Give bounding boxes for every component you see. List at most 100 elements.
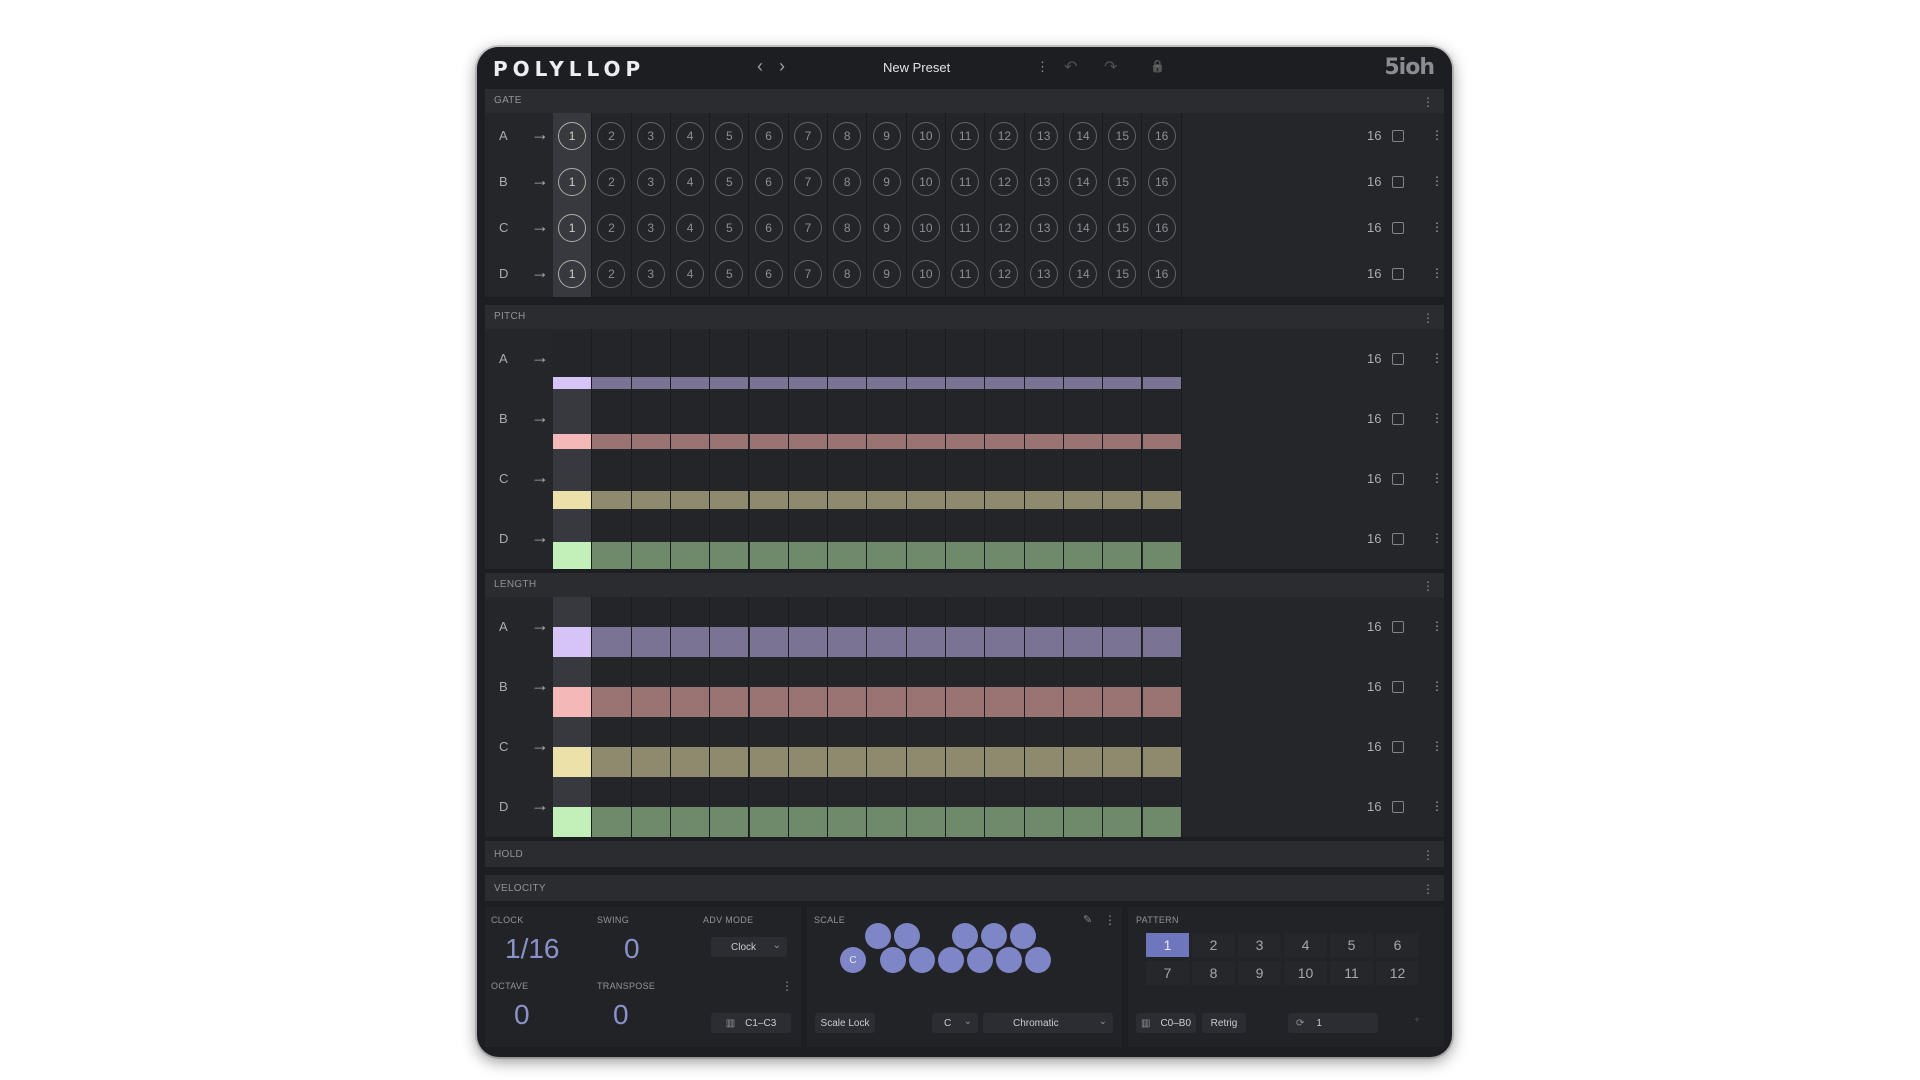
pitch-step-cell[interactable]: [1103, 509, 1143, 569]
pitch-randomize-icon[interactable]: [1392, 353, 1404, 365]
gate-lane-menu-icon[interactable]: ⋮: [1431, 220, 1443, 234]
gate-step-cell[interactable]: 2: [592, 205, 632, 251]
pitch-randomize-icon[interactable]: [1392, 473, 1404, 485]
pattern-slot-button[interactable]: 5: [1330, 933, 1373, 957]
length-step-cell[interactable]: [867, 597, 907, 657]
gate-step-cell[interactable]: 16: [1142, 113, 1182, 159]
length-step-cell[interactable]: [1024, 777, 1064, 837]
pitch-step-cell[interactable]: [985, 449, 1025, 509]
pattern-slot-button[interactable]: 10: [1284, 961, 1327, 985]
pitch-step-cell[interactable]: [946, 449, 986, 509]
length-lane-menu-icon[interactable]: ⋮: [1431, 679, 1443, 693]
next-preset-button[interactable]: ›: [779, 56, 785, 77]
length-step-cell[interactable]: [1103, 717, 1143, 777]
length-step-cell[interactable]: [592, 597, 632, 657]
length-step-cell[interactable]: [1063, 657, 1104, 717]
gate-lane-menu-icon[interactable]: ⋮: [1431, 128, 1443, 142]
gate-step-cell[interactable]: 14: [1063, 113, 1104, 159]
gate-step-cell[interactable]: 16: [1142, 159, 1182, 205]
pencil-icon[interactable]: ✎: [1083, 913, 1092, 926]
pitch-step-cell[interactable]: [788, 329, 829, 389]
pitch-step-cell[interactable]: [1103, 389, 1143, 449]
pitch-step-cell[interactable]: [1103, 449, 1143, 509]
pitch-step-cell[interactable]: [828, 449, 868, 509]
gate-step-cell[interactable]: 11: [946, 205, 986, 251]
loop-count-field[interactable]: ⟳ 1: [1288, 1013, 1378, 1033]
pitch-step-cell[interactable]: [1063, 449, 1104, 509]
gate-step-cell[interactable]: 2: [592, 159, 632, 205]
length-step-cell[interactable]: [985, 777, 1025, 837]
length-step-cell[interactable]: [670, 597, 711, 657]
length-step-cell[interactable]: [828, 657, 868, 717]
gate-step-cell[interactable]: 7: [788, 113, 829, 159]
pitch-step-cell[interactable]: [1142, 389, 1182, 449]
gate-step-cell[interactable]: 15: [1103, 113, 1143, 159]
pattern-slot-button[interactable]: 12: [1376, 961, 1419, 985]
gate-direction-arrow-icon[interactable]: →: [531, 124, 549, 145]
pattern-expand-icon[interactable]: +: [1414, 1015, 1420, 1026]
preset-name[interactable]: New Preset: [883, 60, 950, 75]
length-lane-length[interactable]: 16: [1367, 619, 1381, 634]
pitch-lane-length[interactable]: 16: [1367, 471, 1381, 486]
pitch-step-cell[interactable]: [1142, 509, 1182, 569]
scale-note-black[interactable]: [1010, 923, 1036, 949]
gate-step-cell[interactable]: 4: [670, 159, 711, 205]
pattern-slot-button[interactable]: 6: [1376, 933, 1419, 957]
scale-note-white[interactable]: [1025, 947, 1051, 973]
pitch-step-cell[interactable]: [592, 329, 632, 389]
length-step-cell[interactable]: [592, 777, 632, 837]
length-step-cell[interactable]: [710, 717, 750, 777]
gate-randomize-icon[interactable]: [1392, 268, 1404, 280]
length-direction-arrow-icon[interactable]: →: [531, 735, 549, 756]
gate-step-cell[interactable]: 7: [788, 159, 829, 205]
redo-icon[interactable]: ↷: [1104, 57, 1117, 77]
length-direction-arrow-icon[interactable]: →: [531, 615, 549, 636]
pitch-step-cell[interactable]: [867, 329, 907, 389]
velocity-menu-icon[interactable]: ⋮: [1422, 882, 1434, 896]
scale-lock-button[interactable]: Scale Lock: [815, 1013, 875, 1033]
pitch-step-cell[interactable]: [867, 449, 907, 509]
length-lane-menu-icon[interactable]: ⋮: [1431, 799, 1443, 813]
pitch-step-cell[interactable]: [985, 389, 1025, 449]
pitch-step-cell[interactable]: [1063, 329, 1104, 389]
gate-step-cell[interactable]: 9: [867, 251, 907, 297]
gate-step-cell[interactable]: 6: [749, 113, 789, 159]
length-step-cell[interactable]: [788, 777, 829, 837]
pattern-slot-button[interactable]: 8: [1192, 961, 1235, 985]
pitch-step-cell[interactable]: [788, 509, 829, 569]
length-step-cell[interactable]: [1103, 777, 1143, 837]
pitch-step-cell[interactable]: [749, 509, 789, 569]
pitch-lane-menu-icon[interactable]: ⋮: [1431, 411, 1443, 425]
velocity-section-header[interactable]: VELOCITY ⋮: [485, 875, 1444, 901]
pattern-slot-button[interactable]: 1: [1146, 933, 1189, 957]
length-step-cell[interactable]: [985, 717, 1025, 777]
length-step-cell[interactable]: [867, 717, 907, 777]
prev-preset-button[interactable]: ‹: [757, 56, 763, 77]
pitch-lane-menu-icon[interactable]: ⋮: [1431, 471, 1443, 485]
length-step-cell[interactable]: [670, 657, 711, 717]
gate-step-cell[interactable]: 3: [631, 205, 671, 251]
pattern-slot-button[interactable]: 11: [1330, 961, 1373, 985]
length-step-cell[interactable]: [592, 657, 632, 717]
length-step-cell[interactable]: [670, 717, 711, 777]
length-step-cell[interactable]: [1024, 717, 1064, 777]
adv-mode-select[interactable]: Clock ⌄: [711, 937, 787, 957]
gate-step-cell[interactable]: 2: [592, 113, 632, 159]
length-step-cell[interactable]: [946, 777, 986, 837]
length-lane-menu-icon[interactable]: ⋮: [1431, 739, 1443, 753]
length-step-cell[interactable]: [553, 777, 593, 837]
pitch-step-cell[interactable]: [670, 389, 711, 449]
length-step-cell[interactable]: [985, 597, 1025, 657]
length-direction-arrow-icon[interactable]: →: [531, 795, 549, 816]
scale-key-select[interactable]: C ⌄: [932, 1013, 978, 1033]
pitch-step-cell[interactable]: [592, 509, 632, 569]
pitch-step-cell[interactable]: [1103, 329, 1143, 389]
length-step-cell[interactable]: [749, 717, 789, 777]
gate-randomize-icon[interactable]: [1392, 222, 1404, 234]
gate-lane-length[interactable]: 16: [1367, 266, 1381, 281]
length-step-cell[interactable]: [749, 657, 789, 717]
pattern-slot-button[interactable]: 2: [1192, 933, 1235, 957]
gate-step-cell[interactable]: 7: [788, 205, 829, 251]
pitch-step-cell[interactable]: [906, 509, 946, 569]
gate-step-cell[interactable]: 15: [1103, 159, 1143, 205]
